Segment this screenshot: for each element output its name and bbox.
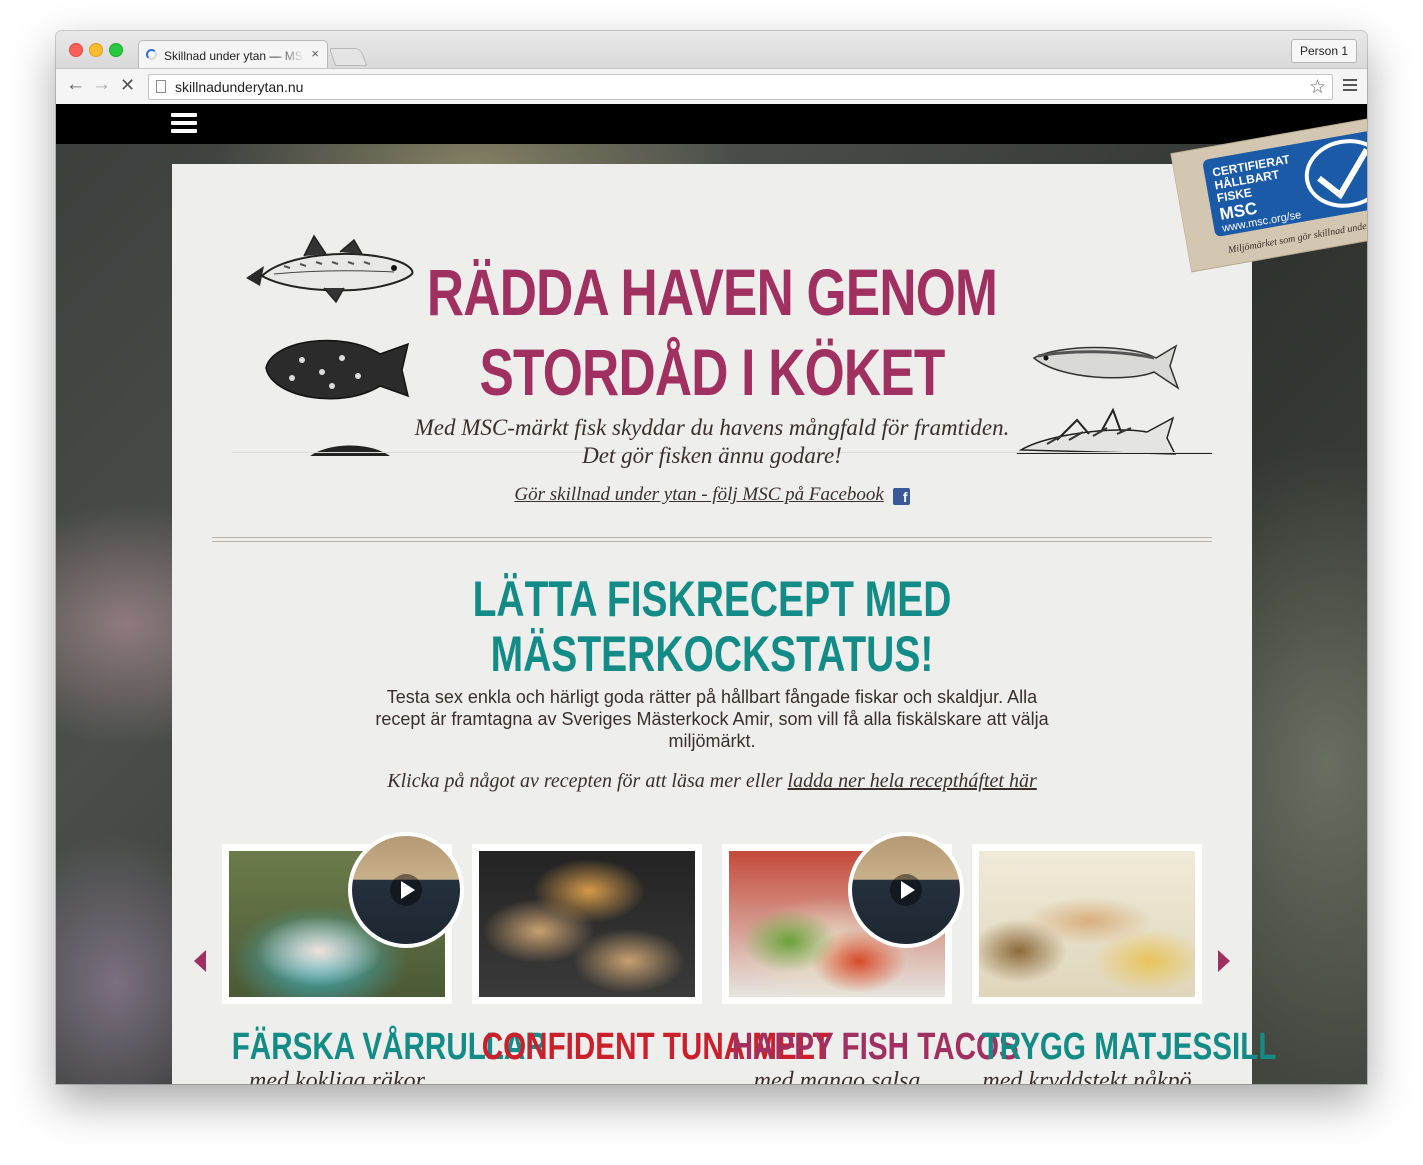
loading-spinner-icon	[146, 49, 157, 60]
new-tab-button[interactable]	[328, 48, 368, 66]
recipe-thumbnail[interactable]	[222, 832, 464, 1004]
browser-tab[interactable]: Skillnad under ytan — MSC ×	[138, 40, 328, 69]
main-content-panel: RÄDDA HAVEN GENOM STORDÅD I KÖKET Med MS…	[172, 109, 1367, 1084]
facebook-link[interactable]: Gör skillnad under ytan - följ MSC på Fa…	[514, 484, 883, 505]
hero-headline: RÄDDA HAVEN GENOM STORDÅD I KÖKET	[291, 252, 1133, 412]
hamburger-icon[interactable]	[171, 113, 197, 137]
download-booklet-link[interactable]: ladda ner hela receptháftet här	[788, 770, 1037, 792]
minimize-window-button[interactable]	[89, 43, 103, 57]
hero-lead-line1: Med MSC-märkt fisk skyddar du havens mån…	[414, 415, 1010, 440]
browser-window: Skillnad under ytan — MSC × Person 1 ← →…	[56, 31, 1367, 1084]
tab-title: Skillnad under ytan — MSC	[164, 49, 304, 63]
bookmark-star-icon[interactable]: ☆	[1309, 76, 1326, 99]
hero-headline-line2: STORDÅD I KÖKET	[479, 335, 945, 409]
recipe-subtitle: med kryddstekt nåkpö	[982, 1068, 1192, 1084]
recipe-title[interactable]: HAPPY FISH TACOS	[732, 1024, 1019, 1070]
browser-toolbar: ← → ✕ skillnadunderytan.nu ☆	[56, 68, 1367, 105]
browser-menu-icon[interactable]	[1343, 79, 1357, 94]
tab-close-icon[interactable]: ×	[311, 46, 319, 61]
recipes-title-line2: MÄSTERKOCKSTATUS!	[490, 626, 934, 682]
forward-icon[interactable]: →	[92, 75, 111, 95]
hero-lead: Med MSC-märkt fisk skyddar du havens mån…	[172, 414, 1252, 470]
recipe-subtitle: med kokliga räkor	[249, 1068, 425, 1084]
recipe-card[interactable]: HAPPY FISH TACOS med mango salsa	[722, 832, 1019, 1084]
facebook-icon[interactable]: f	[892, 488, 910, 505]
hero-headline-line1: RÄDDA HAVEN GENOM	[426, 255, 998, 329]
recipes-title: LÄTTA FISKRECEPT MED MÄSTERKOCKSTATUS!	[291, 572, 1133, 682]
chef-video-badge[interactable]	[348, 832, 464, 948]
chef-video-badge[interactable]	[848, 832, 964, 948]
recipe-photo	[979, 851, 1195, 997]
recipe-subtitle: med mango salsa	[753, 1068, 921, 1084]
recipes-cta: Klicka på något av recepten för att läsa…	[172, 770, 1252, 793]
address-bar[interactable]: skillnadunderytan.nu ☆	[148, 74, 1333, 100]
msc-label-tag[interactable]: CERTIFIERAT HÅLLBART FISKE MSC www.msc.o…	[1167, 104, 1367, 282]
recipe-title[interactable]: FÄRSKA VÅRRULLAR	[232, 1024, 547, 1070]
recipes-intro: Testa sex enkla och härligt goda rätter …	[375, 687, 1049, 751]
url-text[interactable]: skillnadunderytan.nu	[175, 79, 303, 95]
facebook-cta: Gör skillnad under ytan - följ MSC på Fa…	[172, 484, 1252, 506]
recipe-card[interactable]: CONFIDENT TUNA MELT	[472, 844, 831, 1068]
section-divider	[212, 537, 1212, 542]
recipes-title-line1: LÄTTA FISKRECEPT MED	[472, 571, 952, 627]
back-icon[interactable]: ←	[66, 75, 85, 95]
recipe-title[interactable]: TRYGG MATJESSILL	[982, 1024, 1277, 1070]
carousel-next-icon[interactable]	[1218, 950, 1230, 972]
tab-strip: Skillnad under ytan — MSC × Person 1	[56, 31, 1367, 69]
play-icon[interactable]	[390, 874, 422, 906]
recipe-thumbnail[interactable]	[472, 844, 702, 1004]
page-icon	[156, 80, 166, 93]
chef-avatar	[852, 836, 960, 944]
recipe-card[interactable]: FÄRSKA VÅRRULLAR med kokliga räkor	[222, 832, 547, 1084]
recipes-cta-text: Klicka på något av recepten för att läsa…	[387, 770, 783, 792]
carousel-prev-icon[interactable]	[194, 950, 206, 972]
zoom-window-button[interactable]	[109, 43, 123, 57]
recipe-photo	[479, 851, 695, 997]
chef-avatar	[352, 836, 460, 944]
recipe-card[interactable]: TRYGG MATJESSILL med kryddstekt nåkpö	[972, 844, 1276, 1084]
play-icon[interactable]	[890, 874, 922, 906]
stop-icon[interactable]: ✕	[120, 75, 135, 95]
web-page: RÄDDA HAVEN GENOM STORDÅD I KÖKET Med MS…	[56, 104, 1367, 1084]
recipe-thumbnail[interactable]	[972, 844, 1202, 1004]
recipe-title[interactable]: CONFIDENT TUNA MELT	[482, 1024, 831, 1070]
profile-button[interactable]: Person 1	[1290, 39, 1357, 63]
hero-lead-line2: Det gör fisken ännu godare!	[582, 443, 842, 468]
recipe-thumbnail[interactable]	[722, 832, 964, 1004]
close-window-button[interactable]	[69, 43, 83, 57]
